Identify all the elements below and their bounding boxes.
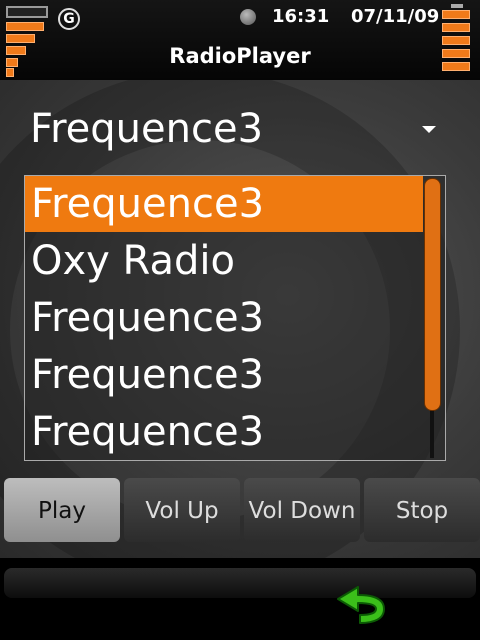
station-list[interactable]: Frequence3 Oxy Radio Frequence3 Frequenc… (24, 175, 446, 461)
list-item[interactable]: Frequence3 (25, 347, 423, 403)
list-item[interactable]: Frequence3 (25, 176, 423, 232)
clock-date: 07/11/09 (351, 6, 440, 27)
stop-button[interactable]: Stop (364, 478, 480, 542)
scrollbar-thumb[interactable] (424, 178, 441, 411)
vol-down-button[interactable]: Vol Down (244, 478, 360, 542)
bottom-bar (0, 558, 480, 640)
status-bar: G 16:31 07/11/09 RadioPlayer (0, 0, 480, 80)
chevron-down-icon (422, 126, 436, 133)
g-network-icon: G (58, 8, 80, 30)
play-button[interactable]: Play (4, 478, 120, 542)
list-item[interactable]: Frequence3 (25, 404, 423, 460)
dropdown-selected-value: Frequence3 (30, 106, 264, 152)
bottom-strip (4, 568, 476, 598)
station-dropdown[interactable]: Frequence3 (20, 96, 460, 164)
vol-up-button[interactable]: Vol Up (124, 478, 240, 542)
app-title: RadioPlayer (169, 44, 311, 68)
list-item[interactable]: Oxy Radio (25, 233, 423, 289)
back-arrow-icon[interactable] (330, 585, 390, 635)
status-dot-icon (240, 9, 256, 25)
control-button-row: Play Vol Up Vol Down Stop (0, 476, 480, 546)
list-item[interactable]: Frequence3 (25, 290, 423, 346)
clock-time: 16:31 (272, 6, 330, 27)
